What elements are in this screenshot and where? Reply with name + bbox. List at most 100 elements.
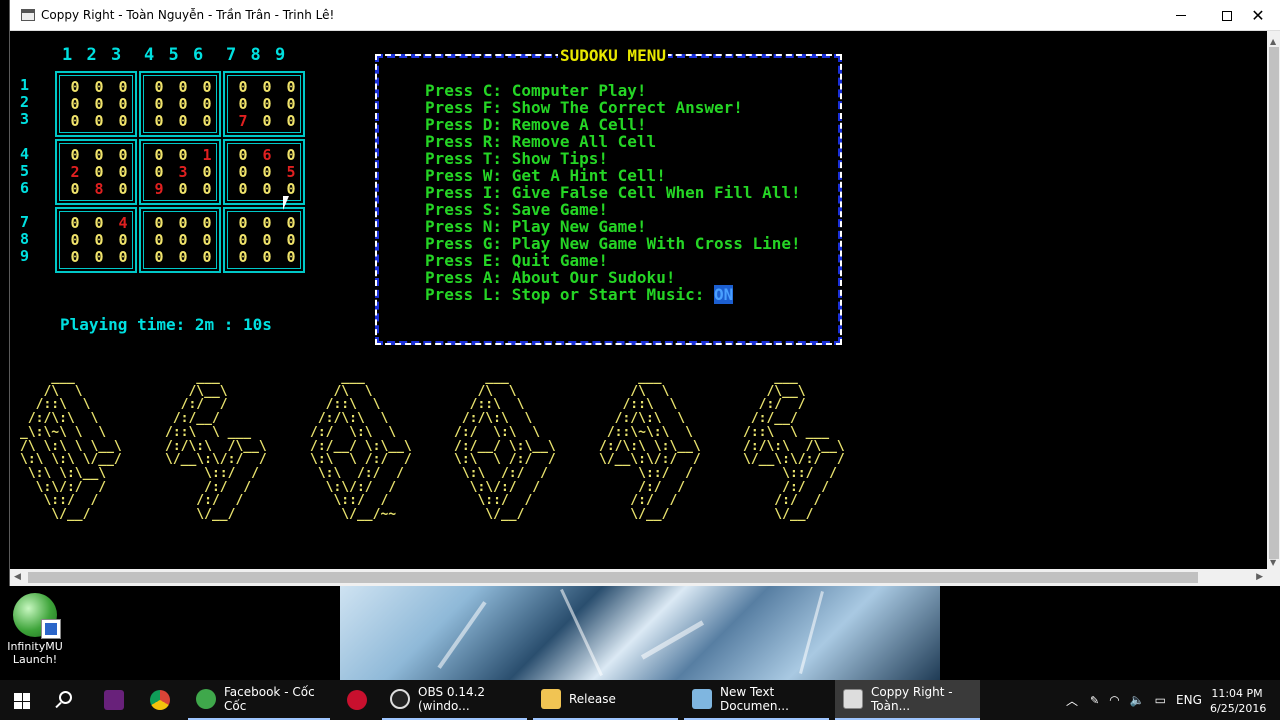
sudoku-cell[interactable]: 0	[200, 249, 214, 266]
sudoku-cell[interactable]: 0	[92, 79, 106, 96]
sudoku-cell[interactable]: 0	[116, 232, 130, 249]
menu-item-remove-all[interactable]: Press R: Remove All Cell	[425, 133, 801, 150]
sudoku-cell[interactable]: 0	[260, 249, 274, 266]
sudoku-cell[interactable]: 0	[236, 79, 250, 96]
menu-item-remove-cell[interactable]: Press D: Remove A Cell!	[425, 116, 801, 133]
app-button[interactable]	[338, 680, 376, 720]
sudoku-cell[interactable]: 0	[68, 232, 82, 249]
vertical-scrollbar[interactable]: ▲ ▼	[1267, 31, 1280, 569]
sudoku-cell[interactable]: 0	[260, 79, 274, 96]
sudoku-cell[interactable]: 0	[260, 181, 274, 198]
horizontal-scrollbar[interactable]: ◀ ▶	[10, 569, 1280, 586]
sudoku-cell[interactable]: 2	[68, 164, 82, 181]
scroll-right-icon[interactable]: ▶	[1256, 572, 1263, 582]
sudoku-cell[interactable]: 0	[260, 96, 274, 113]
sudoku-cell[interactable]: 0	[116, 147, 130, 164]
sudoku-cell[interactable]: 0	[152, 96, 166, 113]
sudoku-cell[interactable]: 0	[200, 96, 214, 113]
sudoku-cell[interactable]: 0	[92, 113, 106, 130]
sudoku-cell[interactable]: 9	[152, 181, 166, 198]
taskbar-item-obs[interactable]: OBS 0.14.2 (windo...	[382, 680, 527, 720]
sudoku-cell[interactable]: 8	[92, 181, 106, 198]
sudoku-cell[interactable]: 0	[68, 147, 82, 164]
vertical-scroll-thumb[interactable]	[1269, 47, 1279, 559]
sudoku-cell[interactable]: 0	[92, 147, 106, 164]
sudoku-cell[interactable]: 0	[236, 164, 250, 181]
sudoku-cell[interactable]: 0	[92, 232, 106, 249]
sudoku-cell[interactable]: 0	[260, 215, 274, 232]
sudoku-cell[interactable]: 0	[284, 96, 298, 113]
sudoku-cell[interactable]: 0	[284, 113, 298, 130]
menu-item-show-tips[interactable]: Press T: Show Tips!	[425, 150, 801, 167]
sudoku-cell[interactable]: 0	[260, 164, 274, 181]
search-icon[interactable]	[59, 691, 72, 704]
taskbar-item-release[interactable]: Release	[533, 680, 678, 720]
sudoku-cell[interactable]: 0	[152, 113, 166, 130]
sudoku-cell[interactable]: 7	[236, 113, 250, 130]
taskbar-item-console[interactable]: Coppy Right - Toàn...	[835, 680, 980, 720]
sudoku-cell[interactable]: 6	[260, 147, 274, 164]
sudoku-cell[interactable]: 0	[200, 79, 214, 96]
sudoku-cell[interactable]: 0	[152, 232, 166, 249]
sudoku-cell[interactable]: 0	[116, 79, 130, 96]
menu-item-quit-game[interactable]: Press E: Quit Game!	[425, 252, 801, 269]
sudoku-cell[interactable]: 0	[260, 113, 274, 130]
sudoku-cell[interactable]: 0	[260, 232, 274, 249]
sudoku-cell[interactable]: 0	[236, 181, 250, 198]
sudoku-cell[interactable]: 4	[116, 215, 130, 232]
sudoku-cell[interactable]: 0	[176, 249, 190, 266]
sudoku-cell[interactable]: 0	[284, 215, 298, 232]
sudoku-cell[interactable]: 1	[200, 147, 214, 164]
taskbar-item-coccoc[interactable]: Facebook - Cốc Cốc	[188, 680, 330, 720]
sudoku-cell[interactable]: 0	[68, 215, 82, 232]
infinitymu-desktop-shortcut[interactable]: InfinityMU Launch!	[6, 593, 64, 666]
sudoku-cell[interactable]: 0	[176, 232, 190, 249]
sudoku-cell[interactable]: 0	[116, 113, 130, 130]
sudoku-cell[interactable]: 0	[200, 215, 214, 232]
sudoku-cell[interactable]: 0	[200, 113, 214, 130]
sudoku-cell[interactable]: 0	[284, 232, 298, 249]
sudoku-cell[interactable]: 0	[236, 96, 250, 113]
sudoku-cell[interactable]: 0	[200, 181, 214, 198]
sudoku-cell[interactable]: 0	[236, 215, 250, 232]
sudoku-cell[interactable]: 0	[284, 147, 298, 164]
close-button[interactable]: ✕	[1235, 0, 1280, 31]
menu-item-about[interactable]: Press A: About Our Sudoku!	[425, 269, 801, 286]
sudoku-cell[interactable]: 0	[284, 249, 298, 266]
sudoku-cell[interactable]: 0	[236, 232, 250, 249]
minimize-button[interactable]	[1158, 0, 1204, 31]
windows-start-icon[interactable]	[14, 693, 30, 709]
chrome-button[interactable]	[141, 680, 179, 720]
language-indicator[interactable]: ENG	[1176, 693, 1202, 707]
menu-item-music[interactable]: Press L: Stop or Start Music: ON	[425, 285, 801, 304]
menu-item-new-game-cross[interactable]: Press G: Play New Game With Cross Line!	[425, 235, 801, 252]
title-bar[interactable]: Coppy Right - Toàn Nguyễn - Trần Trân - …	[10, 0, 1280, 31]
wifi-icon[interactable]: ◠	[1109, 693, 1119, 707]
menu-item-computer-play[interactable]: Press C: Computer Play!	[425, 82, 801, 99]
visual-studio-button[interactable]	[95, 680, 133, 720]
sudoku-cell[interactable]: 5	[284, 164, 298, 181]
scroll-down-icon[interactable]: ▼	[1270, 558, 1276, 567]
sudoku-cell[interactable]: 0	[116, 181, 130, 198]
sudoku-cell[interactable]: 0	[176, 215, 190, 232]
sudoku-cell[interactable]: 0	[176, 181, 190, 198]
sudoku-cell[interactable]: 0	[92, 249, 106, 266]
sudoku-cell[interactable]: 0	[200, 164, 214, 181]
horizontal-scroll-thumb[interactable]	[28, 572, 1198, 583]
sudoku-cell[interactable]: 0	[176, 79, 190, 96]
chevron-up-icon[interactable]: ︿	[1066, 692, 1078, 709]
clock[interactable]: 11:04 PM 6/25/2016	[1210, 686, 1266, 716]
menu-item-false-cell[interactable]: Press I: Give False Cell When Fill All!	[425, 184, 801, 201]
sudoku-cell[interactable]: 0	[176, 113, 190, 130]
scroll-up-icon[interactable]: ▲	[1270, 37, 1276, 46]
sudoku-cell[interactable]: 0	[152, 79, 166, 96]
sudoku-cell[interactable]: 0	[152, 249, 166, 266]
menu-item-new-game[interactable]: Press N: Play New Game!	[425, 218, 801, 235]
scroll-left-icon[interactable]: ◀	[14, 572, 21, 582]
sudoku-cell[interactable]: 3	[176, 164, 190, 181]
sudoku-cell[interactable]: 0	[116, 249, 130, 266]
sudoku-cell[interactable]: 0	[200, 232, 214, 249]
sudoku-cell[interactable]: 0	[92, 215, 106, 232]
sudoku-cell[interactable]: 0	[92, 164, 106, 181]
input-method-icon[interactable]: ✎	[1090, 694, 1099, 707]
